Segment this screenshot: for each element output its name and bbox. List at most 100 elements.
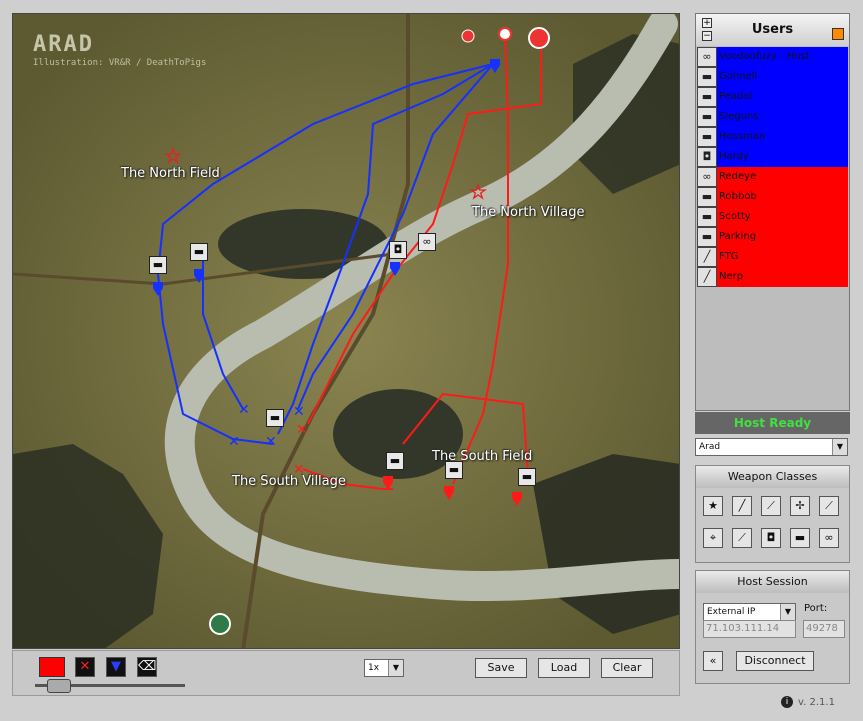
clear-button[interactable]: Clear	[601, 658, 653, 678]
map-select[interactable]: Arad ▼	[695, 438, 848, 456]
tank-icon[interactable]: ▬	[445, 461, 463, 479]
user-name: FTG	[719, 251, 739, 262]
user-row[interactable]: ╱ FTG	[697, 247, 848, 267]
battle-map[interactable]: ✕ ✕ ✕ ✕ ✕ ✕ ★ ★ ARAD Illustration: VR&R …	[12, 13, 680, 649]
user-name: Hossman	[719, 131, 766, 142]
tank-icon[interactable]: ▬	[266, 409, 284, 427]
tank-icon[interactable]: ▬	[190, 243, 208, 261]
ip-address-field[interactable]: 71.103.111.14	[703, 620, 796, 638]
save-button[interactable]: Save	[475, 658, 527, 678]
binoculars-icon[interactable]: ∞	[819, 528, 839, 548]
map-canvas[interactable]: ✕ ✕ ✕ ✕ ✕ ✕ ★ ★	[13, 14, 680, 649]
host-ready-status: Host Ready	[695, 412, 850, 434]
blue-x-marker: ✕	[238, 402, 250, 418]
rifle-icon[interactable]: ⟋	[761, 496, 781, 516]
host-flag-icon	[832, 28, 844, 40]
user-name: Scotty	[719, 211, 751, 222]
tank-icon[interactable]: ▬	[790, 528, 810, 548]
pistol-icon[interactable]: ⟋	[732, 528, 752, 548]
user-name: Nerp	[719, 271, 744, 282]
port-label: Port:	[804, 603, 828, 614]
user-name: Voodoofuzy - Host	[719, 51, 810, 62]
weapon-classes-panel: Weapon Classes ★ ╱ ⟋ ✢ ⟋ ⌖ ⟋ ◘ ▬ ∞	[695, 465, 850, 563]
armored-car-icon[interactable]: ◘	[389, 241, 407, 259]
place-label: The South Village	[232, 474, 346, 489]
tank-icon: ▬	[697, 87, 717, 107]
tank-icon: ▬	[697, 127, 717, 147]
collapse-button[interactable]: −	[702, 31, 712, 41]
user-name: Parking	[719, 231, 757, 242]
armored-car-icon[interactable]: ◘	[761, 528, 781, 548]
user-name: Hardy	[719, 151, 749, 162]
expand-button[interactable]: +	[702, 18, 712, 28]
zoom-value: 1x	[368, 663, 380, 673]
objective-star-marker: ★	[470, 182, 486, 203]
tank-icon: ▬	[697, 187, 717, 207]
user-row[interactable]: ▬ Scotty	[697, 207, 848, 227]
tank-icon[interactable]: ▬	[149, 256, 167, 274]
binoculars-icon: ∞	[697, 47, 717, 67]
machine-gun-icon[interactable]: ✢	[790, 496, 810, 516]
user-row[interactable]: ▬ Hossman	[697, 127, 848, 147]
sniper-icon[interactable]: ⟋	[819, 496, 839, 516]
spawn-marker	[528, 27, 550, 49]
ip-type-select[interactable]: External IP ▼	[703, 603, 796, 621]
rifle-icon: ╱	[697, 267, 717, 287]
user-name: Gohnell	[719, 71, 758, 82]
ip-type-value: External IP	[707, 607, 756, 617]
blue-shield-tool-icon[interactable]: ▼	[106, 657, 126, 677]
user-name: Peadol	[719, 91, 753, 102]
tank-icon: ▬	[697, 227, 717, 247]
user-row[interactable]: ▬ Gohnell	[697, 67, 848, 87]
tank-icon: ▬	[697, 67, 717, 87]
star-icon[interactable]: ★	[703, 496, 723, 516]
tank-icon: ▬	[697, 207, 717, 227]
drawing-toolbar: ✕ ▼ ⌫ 1x ▼ Save Load Clear	[12, 650, 680, 696]
chevron-down-icon: ▼	[388, 660, 403, 676]
load-button[interactable]: Load	[538, 658, 590, 678]
tank-icon[interactable]: ▬	[518, 468, 536, 486]
place-label: The North Field	[121, 166, 220, 181]
user-row[interactable]: ╱ Nerp	[697, 267, 848, 287]
user-row[interactable]: ▬ Peadol	[697, 87, 848, 107]
eraser-icon[interactable]: ⌫	[137, 657, 157, 677]
blue-x-marker: ✕	[265, 434, 277, 450]
rifle-icon: ╱	[697, 247, 717, 267]
tank-icon[interactable]: ▬	[386, 452, 404, 470]
red-x-marker: ✕	[296, 422, 308, 438]
back-button[interactable]: «	[703, 651, 723, 671]
disconnect-button[interactable]: Disconnect	[736, 651, 814, 671]
objective-star-marker: ★	[165, 146, 181, 167]
binoculars-icon: ∞	[697, 167, 717, 187]
chevron-down-icon: ▼	[832, 439, 847, 455]
map-credit: Illustration: VR&R / DeathToPigs	[33, 58, 207, 68]
binoculars-icon[interactable]: ∞	[418, 233, 436, 251]
red-color-swatch[interactable]	[39, 657, 65, 677]
user-row[interactable]: ▬ Robbob	[697, 187, 848, 207]
version-label: v. 2.1.1	[798, 697, 835, 708]
map-select-value: Arad	[699, 442, 721, 452]
host-session-panel: Host Session External IP ▼ Port: 71.103.…	[695, 570, 850, 684]
user-row[interactable]: ∞ Redeye	[697, 167, 848, 187]
red-x-tool-icon[interactable]: ✕	[75, 657, 95, 677]
knife-icon[interactable]: ╱	[732, 496, 752, 516]
user-row[interactable]: ▬ Parking	[697, 227, 848, 247]
info-icon[interactable]: i	[781, 696, 793, 708]
blue-x-marker: ✕	[293, 404, 305, 420]
crosshair-icon[interactable]: ⌖	[703, 528, 723, 548]
host-session-title: Host Session	[696, 571, 849, 593]
tank-icon: ▬	[697, 107, 717, 127]
user-row[interactable]: ∞ Voodoofuzy - Host	[697, 47, 848, 67]
user-name: Robbob	[719, 191, 757, 202]
port-field[interactable]: 49278	[803, 620, 845, 638]
chevron-down-icon: ▼	[780, 604, 795, 620]
weapon-classes-title: Weapon Classes	[696, 466, 849, 488]
spawn-marker	[498, 27, 512, 41]
user-row[interactable]: ▬ Sieguns	[697, 107, 848, 127]
user-row[interactable]: ◘ Hardy	[697, 147, 848, 167]
users-title: Users	[696, 14, 849, 46]
map-title: ARAD	[33, 32, 94, 57]
armored-car-icon: ◘	[697, 147, 717, 167]
zoom-select[interactable]: 1x ▼	[364, 659, 404, 677]
zoom-slider-handle[interactable]	[47, 679, 71, 693]
